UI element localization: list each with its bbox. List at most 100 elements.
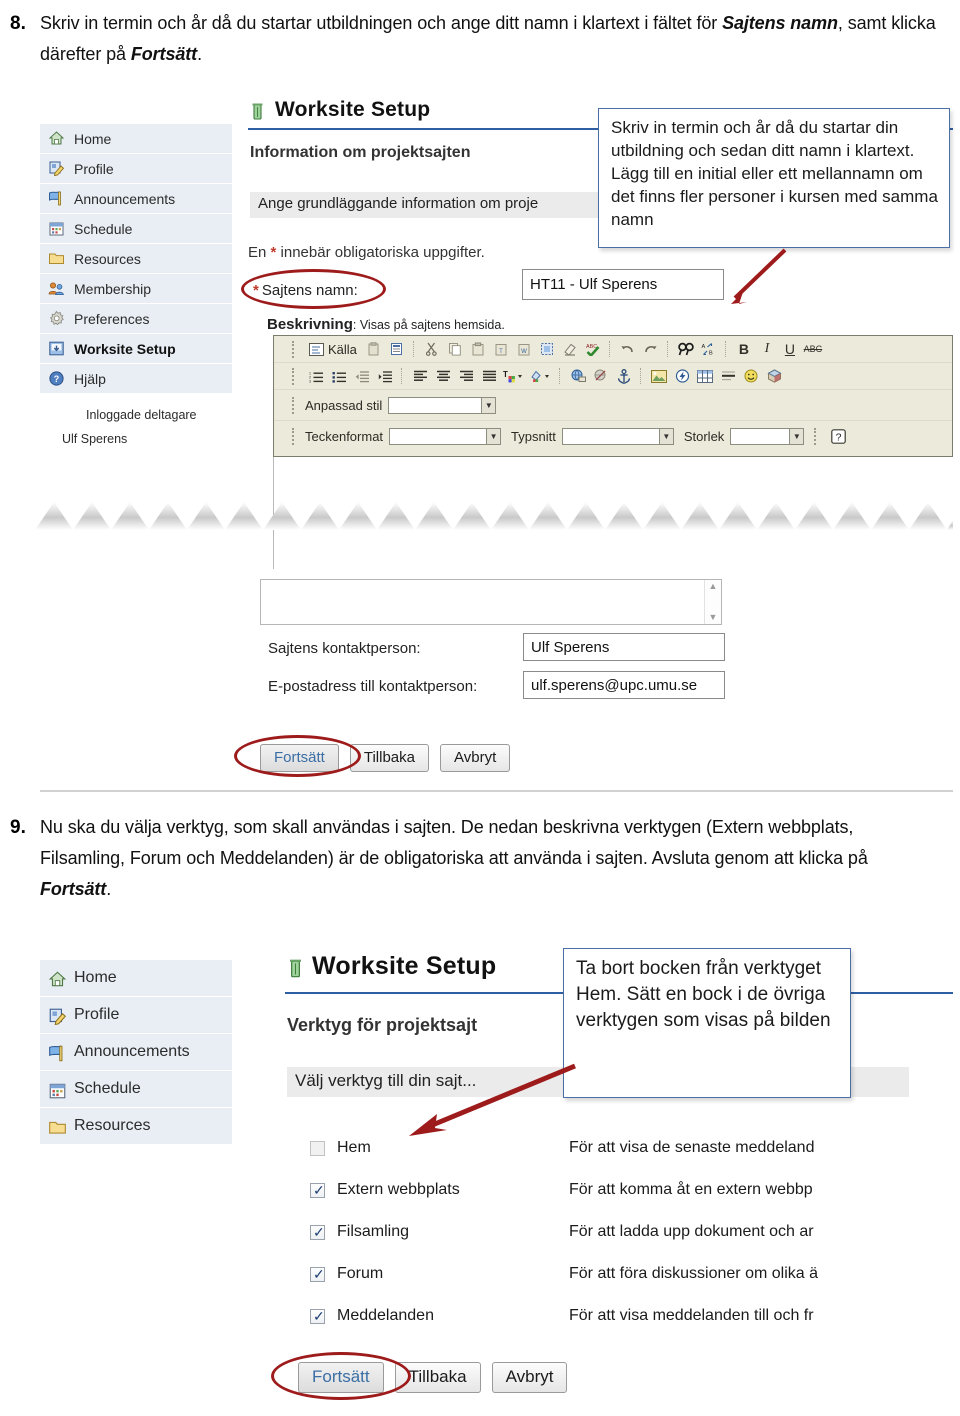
tool-row-filsamling[interactable]: ✓ Filsamling	[310, 1222, 409, 1242]
cancel-button[interactable]: Avbryt	[440, 744, 511, 772]
anchor-icon[interactable]	[613, 366, 635, 387]
sidebar-item-profile[interactable]: Profile	[40, 997, 232, 1034]
tool-row-hem[interactable]: Hem	[310, 1138, 371, 1158]
toolbar-grip[interactable]	[292, 367, 298, 385]
step-text-part-1: Nu ska du välja verktyg, som skall använ…	[40, 817, 868, 868]
align-justify-icon[interactable]	[478, 366, 500, 387]
sidebar-item-profile[interactable]: Profile	[40, 154, 232, 184]
table-icon[interactable]	[694, 366, 716, 387]
link-icon[interactable]	[567, 366, 589, 387]
presence-heading: Inloggade deltagare	[86, 408, 197, 422]
paste-clipboard-icon[interactable]	[467, 339, 489, 360]
svg-text:?: ?	[54, 374, 60, 384]
contact-email-input[interactable]: ulf.sperens@upc.umu.se	[523, 671, 725, 699]
strikethrough-button[interactable]: ABC	[802, 339, 824, 360]
numbered-list-icon[interactable]: 123	[305, 366, 327, 387]
chevron-up-icon[interactable]: ▲	[709, 582, 718, 591]
checkbox-filsamling[interactable]: ✓	[310, 1224, 325, 1240]
sidebar-item-worksite-setup[interactable]: Worksite Setup	[40, 334, 232, 364]
step-text-part-2: .	[106, 879, 112, 899]
smiley-icon[interactable]	[740, 366, 762, 387]
italic-button[interactable]: I	[756, 339, 778, 360]
profile-icon	[48, 160, 65, 177]
image-icon[interactable]	[648, 366, 670, 387]
back-button[interactable]: Tillbaka	[349, 744, 429, 772]
editor-toolbar-row-4: Teckenformat ▼ Typsnitt ▼ Storlek ▼ ?	[274, 421, 952, 451]
toolbar-grip[interactable]	[292, 396, 298, 414]
rich-text-editor[interactable]: Källa T W ABC A B B I U ABC 1 2 3 T Anpa…	[273, 335, 953, 457]
chevron-down-icon: ▼	[481, 397, 496, 413]
tool-row-extern-webbplats[interactable]: ✓ Extern webbplats	[310, 1180, 460, 1200]
align-right-icon[interactable]	[455, 366, 477, 387]
tool-row-forum[interactable]: ✓ Forum	[310, 1264, 383, 1284]
check-icon: ✓	[313, 1307, 325, 1324]
check-icon: ✓	[313, 1265, 325, 1282]
toolbar-grip[interactable]	[814, 427, 820, 445]
undo-icon[interactable]	[617, 339, 639, 360]
required-note: En * innebär obligatoriska uppgifter.	[248, 244, 485, 261]
sidebar-item-schedule[interactable]: Schedule	[40, 1071, 232, 1108]
flash-icon[interactable]	[671, 366, 693, 387]
copy-icon[interactable]	[444, 339, 466, 360]
sidebar-item-membership[interactable]: Membership	[40, 274, 232, 304]
align-center-icon[interactable]	[432, 366, 454, 387]
size-select[interactable]: ▼	[730, 427, 805, 445]
sidebar-item-schedule[interactable]: Schedule	[40, 214, 232, 244]
description-textarea[interactable]: ▲ ▼	[260, 579, 722, 625]
toolbar-grip[interactable]	[292, 427, 298, 445]
remove-format-icon[interactable]	[559, 339, 581, 360]
special-char-icon[interactable]	[763, 366, 785, 387]
cancel-button[interactable]: Avbryt	[491, 1362, 568, 1393]
paste-plain-icon[interactable]: T	[490, 339, 512, 360]
align-left-icon[interactable]	[409, 366, 431, 387]
custom-style-select[interactable]: ▼	[388, 396, 497, 414]
redo-icon[interactable]	[640, 339, 662, 360]
paste-text-icon[interactable]	[386, 339, 408, 360]
cut-icon[interactable]	[421, 339, 443, 360]
callout-site-name-hint: Skriv in termin och år då du startar din…	[598, 108, 950, 248]
sidebar-item-home[interactable]: Home	[40, 960, 232, 997]
contact-person-input[interactable]: Ulf Sperens	[523, 633, 725, 661]
sidebar-item-preferences[interactable]: Preferences	[40, 304, 232, 334]
folder-icon	[48, 1118, 66, 1135]
horizontal-rule-icon[interactable]	[717, 366, 739, 387]
site-name-input[interactable]: HT11 - Ulf Sperens	[522, 269, 724, 300]
sidebar-item-announcements[interactable]: Announcements	[40, 1034, 232, 1071]
format-select[interactable]: ▼	[389, 427, 502, 445]
indent-icon[interactable]	[374, 366, 396, 387]
help-icon[interactable]: ?	[827, 426, 849, 447]
checkbox-meddelanden[interactable]: ✓	[310, 1307, 325, 1324]
toolbar-grip[interactable]	[292, 340, 298, 358]
underline-button[interactable]: U	[779, 339, 801, 360]
replace-icon[interactable]: AB	[698, 339, 720, 360]
unlink-icon[interactable]	[590, 366, 612, 387]
checkbox-extern-webbplats[interactable]: ✓	[310, 1182, 325, 1198]
spellcheck-icon[interactable]: ABC	[582, 339, 604, 360]
back-button[interactable]: Tillbaka	[394, 1362, 481, 1393]
sidebar-item-hjalp[interactable]: ? Hjälp	[40, 364, 232, 394]
source-icon[interactable]	[305, 339, 327, 360]
font-select[interactable]: ▼	[561, 427, 674, 445]
select-all-icon[interactable]	[536, 339, 558, 360]
paste-icon[interactable]	[363, 339, 385, 360]
bulleted-list-icon[interactable]	[328, 366, 350, 387]
background-color-icon[interactable]	[528, 366, 554, 387]
tool-row-meddelanden[interactable]: ✓ Meddelanden	[310, 1306, 434, 1326]
continue-button[interactable]: Fortsätt	[298, 1362, 384, 1393]
source-label[interactable]: Källa	[328, 342, 357, 357]
continue-button[interactable]: Fortsätt	[260, 744, 339, 772]
chevron-down-icon[interactable]: ▼	[709, 613, 718, 622]
sidebar-item-resources[interactable]: Resources	[40, 1108, 232, 1145]
checkbox-forum[interactable]: ✓	[310, 1265, 325, 1282]
text-color-icon[interactable]: T	[501, 366, 527, 387]
sidebar-item-home[interactable]: Home	[40, 124, 232, 154]
sidebar-item-resources[interactable]: Resources	[40, 244, 232, 274]
sidebar-item-label: Hjälp	[74, 370, 106, 387]
outdent-icon[interactable]	[351, 366, 373, 387]
find-icon[interactable]	[675, 339, 697, 360]
sidebar-item-announcements[interactable]: Announcements	[40, 184, 232, 214]
checkbox-hem[interactable]	[310, 1140, 325, 1156]
textarea-scrollbar[interactable]: ▲ ▼	[704, 580, 721, 624]
bold-button[interactable]: B	[733, 339, 755, 360]
paste-word-icon[interactable]: W	[513, 339, 535, 360]
